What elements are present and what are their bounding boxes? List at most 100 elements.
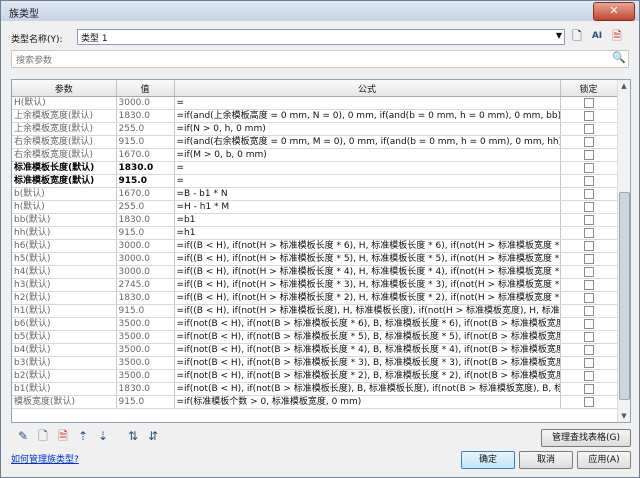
lock-checkbox[interactable] [583, 97, 594, 108]
param-cell[interactable]: 标准模板宽度(默认) [12, 174, 117, 188]
param-cell[interactable]: h1(默认) [12, 304, 117, 318]
value-cell[interactable]: 3000.0 [116, 239, 175, 253]
table-row[interactable]: 右余模板宽度(默认) 1670.0 =if(M > 0, b, 0 mm) [12, 148, 618, 162]
formula-cell[interactable]: =if((B < H), if(not(H > 标准模板长度 * 3), H, … [174, 278, 561, 292]
header-formula[interactable]: 公式 [174, 80, 561, 97]
value-cell[interactable]: 255.0 [116, 122, 175, 136]
lock-checkbox[interactable] [583, 123, 594, 134]
table-row[interactable]: h4(默认) 3000.0 =if((B < H), if(not(H > 标准模板… [12, 265, 618, 279]
formula-cell[interactable]: =b1 [174, 213, 561, 227]
formula-cell[interactable]: = [174, 161, 561, 175]
table-row[interactable]: h3(默认) 2745.0 =if((B < H), if(not(H > 标准模板… [12, 278, 618, 292]
param-cell[interactable]: b4(默认) [12, 343, 117, 357]
vertical-scrollbar[interactable]: ▲ ▼ [617, 80, 630, 422]
new-parameter-icon[interactable]: 🗋 [35, 429, 51, 443]
formula-cell[interactable]: =if((B < H), if(not(H > 标准模板长度 * 4), H, … [174, 265, 561, 279]
value-cell[interactable]: 915.0 [116, 135, 175, 149]
formula-cell[interactable]: =if((B < H), if(not(H > 标准模板长度 * 2), H, … [174, 291, 561, 305]
formula-cell[interactable]: =if(not(B < H), if(not(B > 标准模板长度 * 4), … [174, 343, 561, 357]
param-cell[interactable]: h5(默认) [12, 252, 117, 266]
lock-checkbox[interactable] [583, 370, 594, 381]
value-cell[interactable]: 3500.0 [116, 356, 175, 370]
table-row[interactable]: b3(默认) 3500.0 =if(not(B < H), if(not(B > 标… [12, 356, 618, 370]
param-cell[interactable]: 右余模板宽度(默认) [12, 148, 117, 162]
lock-checkbox[interactable] [583, 266, 594, 277]
header-value[interactable]: 值 [116, 80, 175, 97]
formula-cell[interactable]: =if((B < H), if(not(H > 标准模板长度 * 5), H, … [174, 252, 561, 266]
formula-cell[interactable]: =if(M > 0, b, 0 mm) [174, 148, 561, 162]
param-cell[interactable]: b3(默认) [12, 356, 117, 370]
header-parameter[interactable]: 参数 [12, 80, 117, 97]
delete-parameter-icon[interactable]: 🗎 [55, 429, 71, 443]
value-cell[interactable]: 3500.0 [116, 369, 175, 383]
table-row[interactable]: b2(默认) 3500.0 =if(not(B < H), if(not(B > 标… [12, 369, 618, 383]
value-cell[interactable]: 915.0 [116, 304, 175, 318]
table-row[interactable]: 标准模板长度(默认) 1830.0 = [12, 161, 618, 175]
lock-checkbox[interactable] [583, 357, 594, 368]
table-row[interactable]: b1(默认) 1830.0 =if(not(B < H), if(not(B > 标… [12, 382, 618, 396]
formula-cell[interactable]: =if(N > 0, h, 0 mm) [174, 122, 561, 136]
formula-cell[interactable]: =if(not(B < H), if(not(B > 标准模板长度 * 3), … [174, 356, 561, 370]
table-row[interactable]: h6(默认) 3000.0 =if((B < H), if(not(H > 标准模板… [12, 239, 618, 253]
formula-cell[interactable]: =if((B < H), if(not(H > 标准模板长度), H, 标准模板… [174, 304, 561, 318]
table-row[interactable]: 右余模板宽度(默认) 915.0 =if(and(右余模板宽度 = 0 mm, M … [12, 135, 618, 149]
table-row[interactable]: 标准模板宽度(默认) 915.0 = [12, 174, 618, 188]
type-name-dropdown[interactable]: 类型 1 ▼ [77, 29, 565, 45]
param-cell[interactable]: h2(默认) [12, 291, 117, 305]
sort-descending-icon[interactable]: ⇵ [145, 429, 161, 443]
manage-lookup-tables-button[interactable]: 管理查找表格(G) [541, 429, 631, 447]
table-row[interactable]: 上余模板宽度(默认) 255.0 =if(N > 0, h, 0 mm) [12, 122, 618, 136]
lock-checkbox[interactable] [583, 383, 594, 394]
value-cell[interactable]: 255.0 [116, 200, 175, 214]
close-button[interactable]: ✕ [593, 2, 635, 21]
table-row[interactable]: h5(默认) 3000.0 =if((B < H), if(not(H > 标准模板… [12, 252, 618, 266]
formula-cell[interactable]: =if((B < H), if(not(H > 标准模板长度 * 6), H, … [174, 239, 561, 253]
param-cell[interactable]: b1(默认) [12, 382, 117, 396]
param-cell[interactable]: hh(默认) [12, 226, 117, 240]
table-row[interactable]: b4(默认) 3500.0 =if(not(B < H), if(not(B > 标… [12, 343, 618, 357]
value-cell[interactable]: 3500.0 [116, 330, 175, 344]
formula-cell[interactable]: =H - h1 * M [174, 200, 561, 214]
formula-cell[interactable]: =h1 [174, 226, 561, 240]
new-type-icon[interactable]: 🗋 [569, 28, 585, 44]
help-link[interactable]: 如何管理族类型? [11, 452, 79, 465]
scroll-down-icon[interactable]: ▼ [618, 410, 630, 422]
table-row[interactable]: bb(默认) 1830.0 =b1 [12, 213, 618, 227]
lock-checkbox[interactable] [583, 175, 594, 186]
lock-checkbox[interactable] [583, 188, 594, 199]
value-cell[interactable]: 915.0 [116, 226, 175, 240]
formula-cell[interactable]: =if(not(B < H), if(not(B > 标准模板长度), B, 标… [174, 382, 561, 396]
value-cell[interactable]: 1830.0 [116, 161, 175, 175]
param-cell[interactable]: b2(默认) [12, 369, 117, 383]
lock-checkbox[interactable] [583, 227, 594, 238]
lock-checkbox[interactable] [583, 396, 594, 407]
value-cell[interactable]: 1670.0 [116, 187, 175, 201]
param-cell[interactable]: 右余模板宽度(默认) [12, 135, 117, 149]
value-cell[interactable]: 1830.0 [116, 291, 175, 305]
value-cell[interactable]: 1830.0 [116, 213, 175, 227]
table-row[interactable]: b(默认) 1670.0 =B - b1 * N [12, 187, 618, 201]
lock-checkbox[interactable] [583, 136, 594, 147]
formula-cell[interactable]: = [174, 174, 561, 188]
formula-cell[interactable]: =if(not(B < H), if(not(B > 标准模板长度 * 6), … [174, 317, 561, 331]
value-cell[interactable]: 3000.0 [116, 96, 175, 110]
apply-button[interactable]: 应用(A) [577, 451, 631, 469]
formula-cell[interactable]: =if(标准模板个数 > 0, 标准模板宽度, 0 mm) [174, 395, 561, 409]
lock-checkbox[interactable] [583, 162, 594, 173]
delete-type-icon[interactable]: 🗎 [609, 28, 625, 44]
param-cell[interactable]: b5(默认) [12, 330, 117, 344]
param-cell[interactable]: bb(默认) [12, 213, 117, 227]
lock-checkbox[interactable] [583, 331, 594, 342]
formula-cell[interactable]: =if(not(B < H), if(not(B > 标准模板长度 * 5), … [174, 330, 561, 344]
rename-type-icon[interactable]: AI [589, 28, 605, 44]
header-lock[interactable]: 锁定 [560, 80, 618, 97]
value-cell[interactable]: 3500.0 [116, 317, 175, 331]
param-cell[interactable]: b6(默认) [12, 317, 117, 331]
param-cell[interactable]: b(默认) [12, 187, 117, 201]
param-cell[interactable]: h3(默认) [12, 278, 117, 292]
formula-cell[interactable]: =if(not(B < H), if(not(B > 标准模板长度 * 2), … [174, 369, 561, 383]
lock-checkbox[interactable] [583, 305, 594, 316]
edit-parameter-icon[interactable]: ✎ [15, 429, 31, 443]
sort-ascending-icon[interactable]: ⇅ [125, 429, 141, 443]
scroll-up-icon[interactable]: ▲ [618, 80, 630, 92]
